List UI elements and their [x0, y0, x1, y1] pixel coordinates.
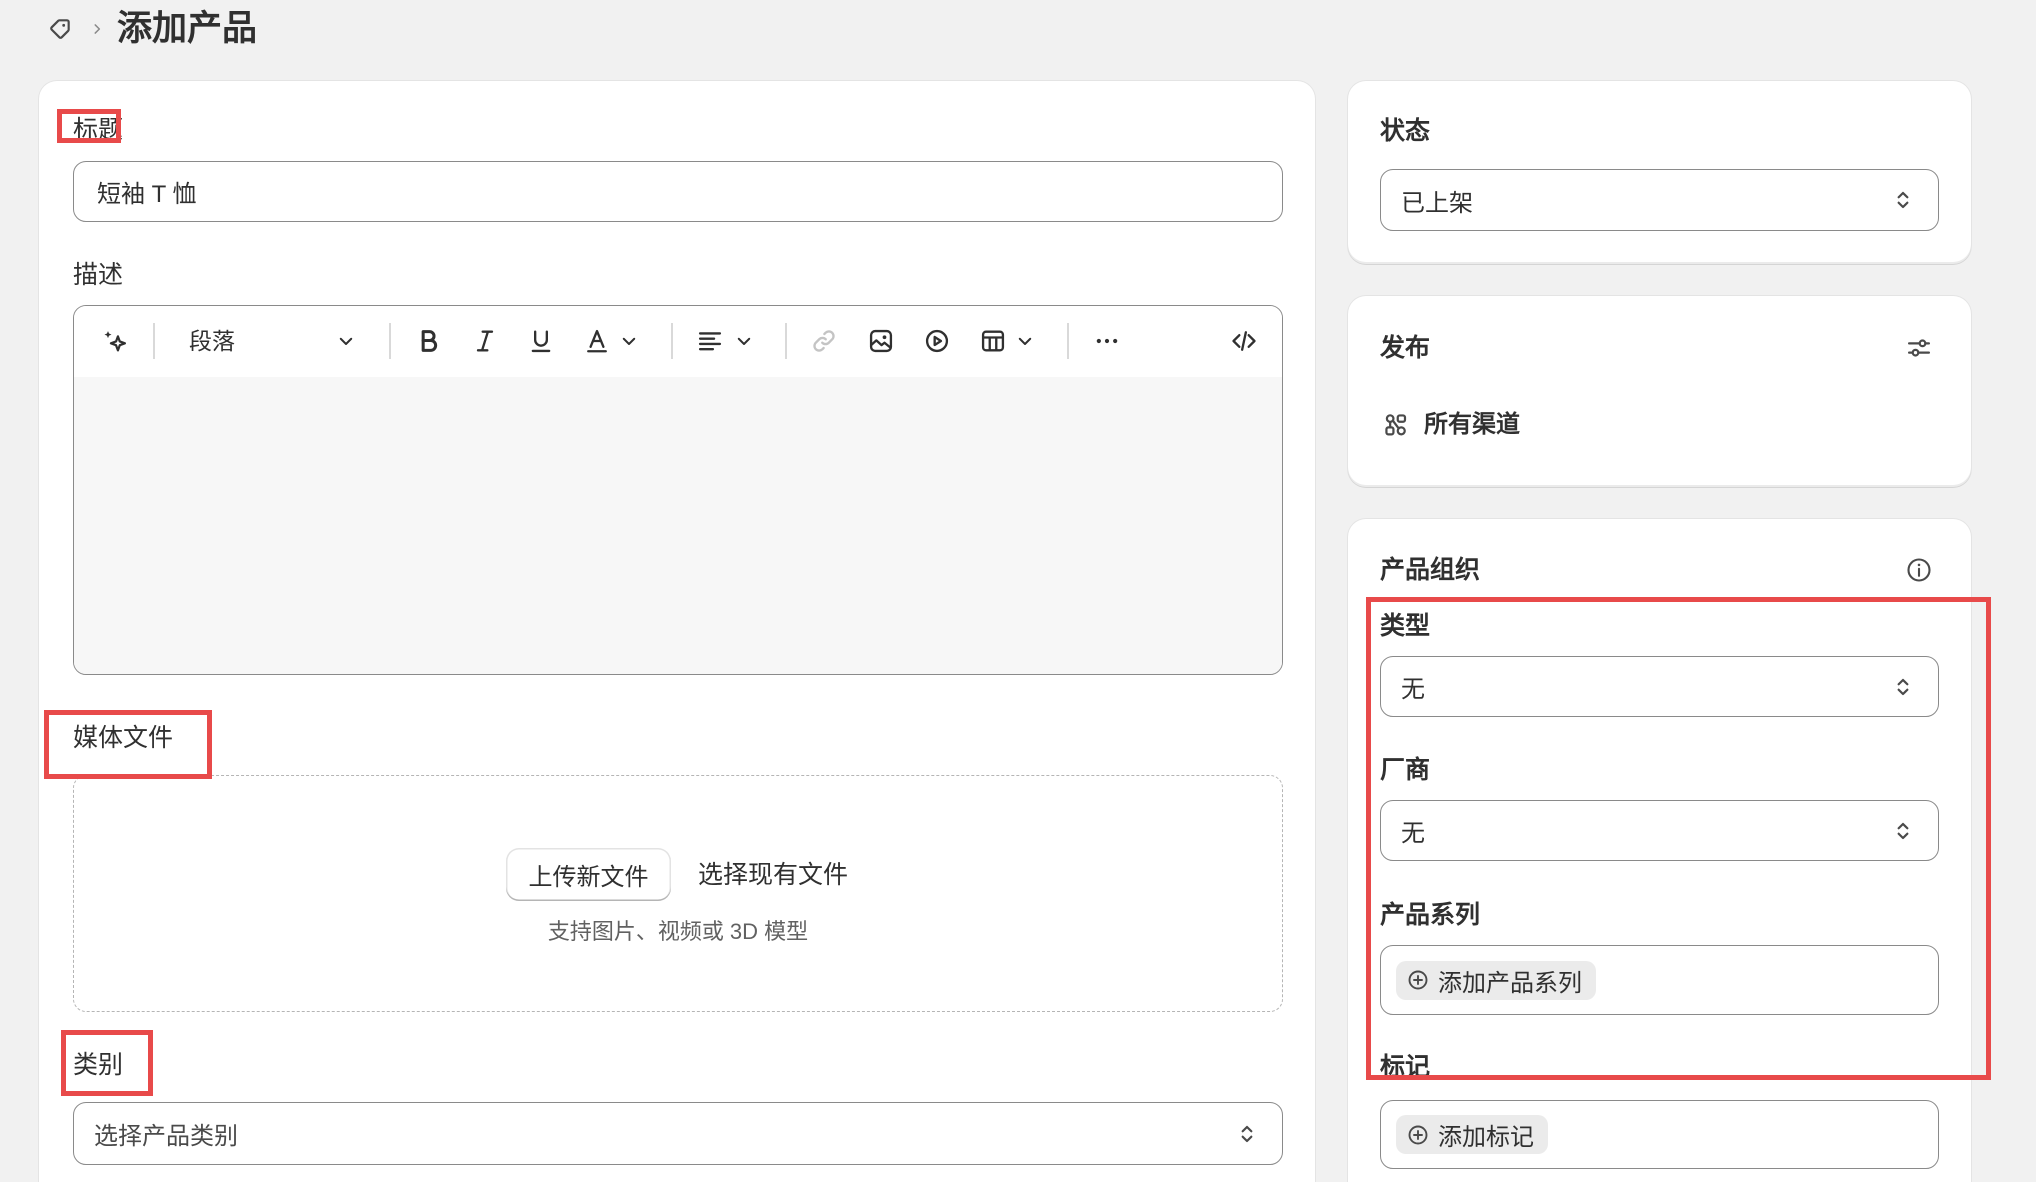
category-placeholder: 选择产品类别: [94, 1123, 238, 1150]
more-horizontal-icon: [1096, 338, 1118, 344]
description-text-area[interactable]: [74, 377, 1282, 674]
media-dropzone[interactable]: 上传新文件 选择现有文件 支持图片、视频或 3D 模型: [73, 775, 1283, 1012]
tags-label: 标记: [1380, 1053, 1431, 1081]
plus-circle-icon: [1408, 970, 1428, 990]
text-color-button[interactable]: [579, 323, 643, 359]
tags-input[interactable]: 添加标记: [1380, 1100, 1939, 1169]
chevron-right-icon: [90, 22, 104, 36]
italic-button[interactable]: [467, 323, 503, 359]
organization-label: 产品组织: [1380, 556, 1481, 584]
insert-link-button[interactable]: [806, 323, 842, 359]
underline-icon: [531, 330, 551, 353]
paragraph-format-label: 段落: [189, 328, 235, 354]
table-icon: [979, 327, 1007, 355]
select-chevron-icon: [1890, 187, 1916, 213]
description-label: 描述: [73, 261, 124, 289]
select-chevron-icon: [1890, 674, 1916, 700]
type-value: 无: [1401, 676, 1425, 703]
status-select[interactable]: 已上架: [1380, 169, 1939, 231]
bold-icon: [421, 330, 438, 352]
toolbar-divider: [389, 323, 391, 359]
insert-table-button[interactable]: [975, 323, 1039, 359]
toolbar-divider: [785, 323, 787, 359]
ai-sparkle-icon: [104, 331, 127, 352]
category-select[interactable]: 选择产品类别: [73, 1102, 1283, 1165]
show-html-button[interactable]: [1226, 323, 1262, 359]
text-color-icon: [583, 327, 611, 355]
status-card: 状态 已上架: [1348, 81, 1971, 264]
align-left-icon: [696, 327, 724, 355]
editor-toolbar: 段落: [74, 306, 1282, 377]
vendor-value: 无: [1401, 820, 1425, 847]
insert-video-button[interactable]: [919, 323, 955, 359]
type-label: 类型: [1380, 612, 1431, 640]
bold-button[interactable]: [411, 323, 447, 359]
add-product-page: 添加产品 标题 短袖 T 恤 描述 段落 媒体文件 上传新文件 选择现有文件 支…: [0, 0, 2036, 1182]
sliders-icon[interactable]: [1905, 334, 1933, 362]
media-hint: 支持图片、视频或 3D 模型: [547, 919, 809, 944]
channels-icon: [1382, 411, 1410, 439]
collections-label: 产品系列: [1380, 901, 1481, 929]
select-chevron-icon: [1234, 1121, 1260, 1147]
tag-icon[interactable]: [47, 16, 73, 42]
channels-label: 所有渠道: [1424, 411, 1520, 438]
add-collection-label: 添加产品系列: [1438, 969, 1582, 997]
description-editor: 段落: [73, 305, 1283, 675]
publishing-card: 发布 所有渠道: [1348, 296, 1971, 487]
italic-icon: [476, 330, 494, 352]
chevron-down-icon: [1016, 332, 1034, 350]
media-label: 媒体文件: [73, 724, 174, 752]
type-select[interactable]: 无: [1380, 656, 1939, 717]
text-align-button[interactable]: [692, 323, 758, 359]
image-icon: [869, 329, 893, 353]
status-value: 已上架: [1401, 189, 1473, 217]
plus-circle-icon: [1408, 1125, 1428, 1144]
title-input[interactable]: 短袖 T 恤: [73, 161, 1283, 222]
select-existing-file-button[interactable]: 选择现有文件: [698, 859, 848, 891]
status-label: 状态: [1380, 117, 1431, 145]
chevron-down-icon: [735, 332, 753, 350]
product-details-card: 标题 短袖 T 恤 描述 段落 媒体文件 上传新文件 选择现有文件 支持图片、视…: [39, 81, 1315, 1182]
vendor-label: 厂商: [1380, 756, 1431, 784]
title-label: 标题: [73, 116, 124, 144]
category-label: 类别: [73, 1051, 124, 1079]
toolbar-divider: [1067, 323, 1069, 359]
link-icon: [813, 330, 835, 352]
chevron-down-icon: [620, 332, 638, 350]
collections-input[interactable]: 添加产品系列: [1380, 945, 1939, 1015]
page-title: 添加产品: [117, 9, 258, 48]
play-circle-icon: [925, 329, 949, 353]
chevron-down-icon: [337, 332, 355, 350]
upload-new-file-button[interactable]: 上传新文件: [506, 848, 671, 901]
ai-generate-button[interactable]: [97, 323, 133, 359]
insert-image-button[interactable]: [863, 323, 899, 359]
paragraph-format-select[interactable]: 段落: [174, 323, 364, 359]
vendor-select[interactable]: 无: [1380, 800, 1939, 861]
underline-button[interactable]: [523, 323, 559, 359]
add-tag-label: 添加标记: [1438, 1124, 1534, 1151]
more-options-button[interactable]: [1089, 323, 1125, 359]
publishing-label: 发布: [1380, 334, 1431, 362]
product-organization-card: 产品组织 类型 无 厂商 无 产品系列 添加产品系列 标记 添加标记: [1348, 519, 1971, 1182]
info-icon[interactable]: [1905, 556, 1933, 584]
add-tag-button[interactable]: 添加标记: [1396, 1115, 1548, 1154]
add-collection-button[interactable]: 添加产品系列: [1396, 960, 1596, 1000]
code-icon: [1232, 331, 1256, 351]
toolbar-divider: [671, 323, 673, 359]
sales-channels-row[interactable]: 所有渠道: [1382, 409, 1642, 441]
title-input-value: 短袖 T 恤: [97, 181, 197, 208]
select-chevron-icon: [1890, 818, 1916, 844]
toolbar-divider: [153, 323, 155, 359]
